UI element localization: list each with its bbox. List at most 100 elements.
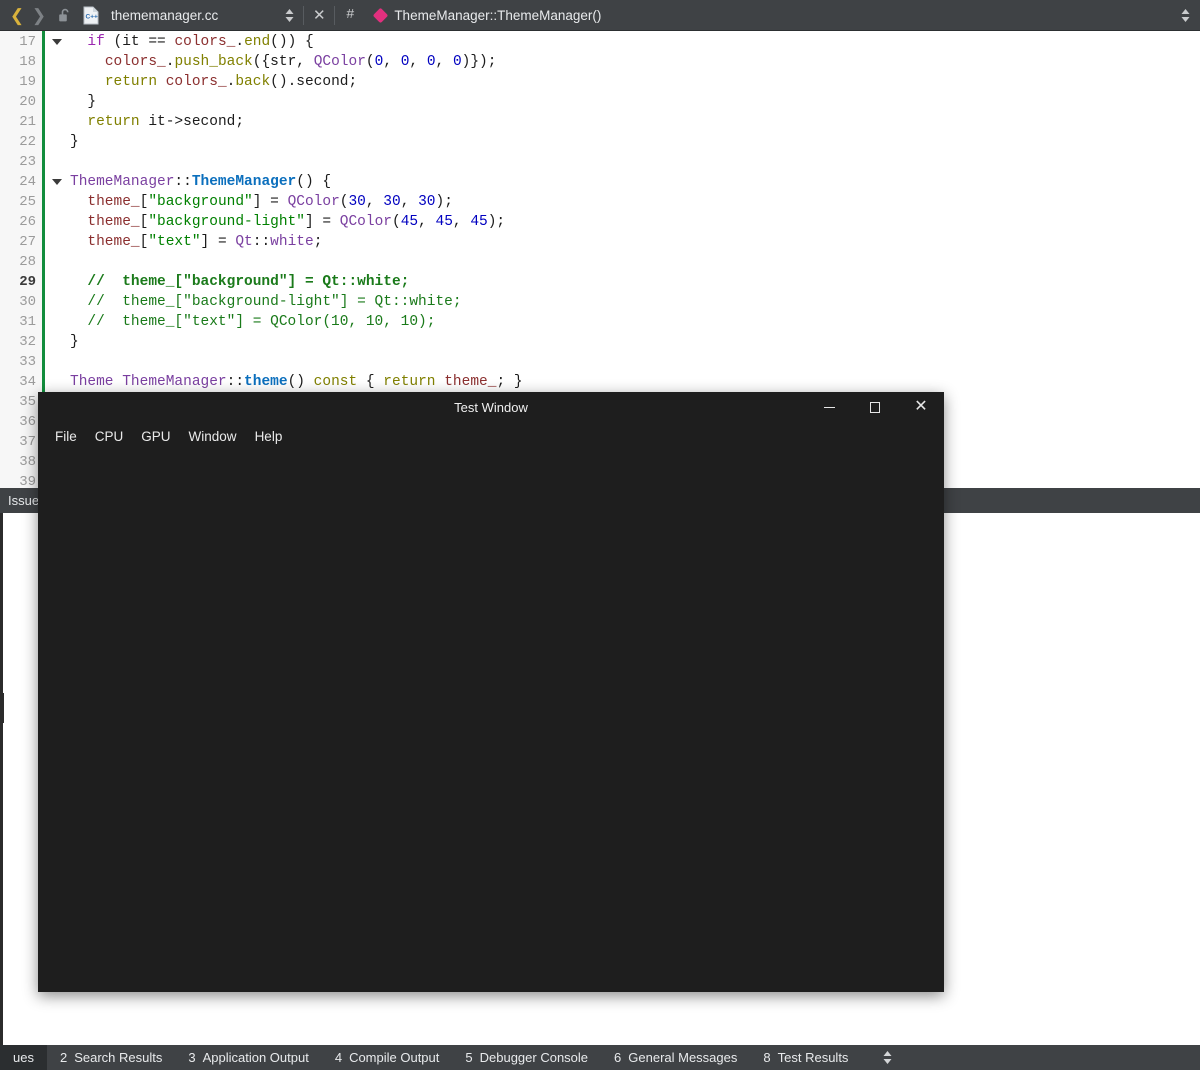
code-line[interactable]: 26 theme_["background-light"] = QColor(4… (0, 212, 1200, 232)
code-token: second (183, 114, 236, 130)
code-line[interactable]: 24 ThemeManager::ThemeManager() { (0, 172, 1200, 192)
code-token: , (452, 214, 471, 230)
close-file-icon[interactable]: ✕ (307, 0, 331, 31)
output-pane-spinner-icon[interactable] (875, 1045, 899, 1070)
code-text[interactable]: theme_["background-light"] = QColor(45, … (70, 212, 505, 232)
code-line[interactable]: 25 theme_["background"] = QColor(30, 30,… (0, 192, 1200, 212)
output-pane-number: 4 (334, 1050, 343, 1065)
minimize-icon[interactable] (806, 392, 852, 422)
unlocked-padlock-icon[interactable] (54, 0, 76, 31)
menu-item-file[interactable]: File (46, 426, 86, 447)
code-token: . (235, 34, 245, 50)
code-token: 30 (348, 194, 366, 210)
line-number: 39 (19, 474, 36, 488)
svg-text:C++: C++ (85, 13, 97, 20)
line-number: 22 (19, 134, 36, 150)
code-line[interactable]: 31 // theme_["text"] = QColor(10, 10, 10… (0, 312, 1200, 332)
code-text[interactable]: } (70, 332, 79, 352)
current-symbol-name[interactable]: ThemeManager::ThemeManager() (394, 8, 601, 23)
menu-item-window[interactable]: Window (180, 426, 246, 447)
output-pane-tab[interactable]: ues (0, 1045, 47, 1070)
code-token: , (365, 194, 384, 210)
open-file-name[interactable]: thememanager.cc (111, 8, 218, 23)
code-line[interactable]: 28 (0, 252, 1200, 272)
code-line[interactable]: 18 colors_.push_back({str, QColor(0, 0, … (0, 52, 1200, 72)
code-line[interactable]: 23 (0, 152, 1200, 172)
code-text[interactable]: // theme_["text"] = QColor(10, 10, 10); (70, 312, 435, 332)
code-text[interactable]: } (70, 92, 96, 112)
code-text[interactable]: ThemeManager::ThemeManager() { (70, 172, 331, 192)
line-number: 30 (19, 294, 36, 310)
line-number: 33 (19, 354, 36, 370)
code-line[interactable]: 33 (0, 352, 1200, 372)
line-number: 32 (19, 334, 36, 350)
code-text[interactable]: theme_["text"] = Qt::white; (70, 232, 322, 252)
code-token: back (235, 74, 271, 90)
code-text[interactable]: if (it == colors_.end()) { (70, 32, 313, 52)
output-panes-bar[interactable]: ues 2 Search Results 3 Application Output 4 Co… (0, 1045, 1200, 1070)
code-text[interactable]: Theme ThemeManager::theme() const { retu… (70, 372, 523, 392)
test-window-menubar[interactable]: File CPU GPU Window Help (38, 422, 944, 450)
code-line[interactable]: 21 return it->second; (0, 112, 1200, 132)
output-pane-tab[interactable]: 5 Debugger Console (452, 1045, 601, 1070)
code-token: push_back (174, 54, 253, 70)
code-token: 45 (435, 214, 453, 230)
code-token: // theme_["text"] = QColor(10, 10, 10); (70, 314, 436, 330)
toolbar-divider (334, 5, 336, 25)
output-pane-label: ues (13, 1050, 34, 1065)
output-pane-tab[interactable]: 2 Search Results (47, 1045, 175, 1070)
test-window-canvas[interactable] (38, 450, 944, 992)
code-token: ; (348, 74, 358, 90)
code-line[interactable]: 19 return colors_.back().second; (0, 72, 1200, 92)
output-pane-label: Debugger Console (479, 1050, 589, 1065)
menu-item-help[interactable]: Help (246, 426, 292, 447)
output-pane-tab[interactable]: 4 Compile Output (322, 1045, 453, 1070)
maximize-icon[interactable] (852, 392, 898, 422)
forward-navigation-icon[interactable]: ❯ (28, 0, 50, 31)
code-text[interactable]: return it->second; (70, 112, 244, 132)
code-line[interactable]: 29 // theme_["background"] = Qt::white; (0, 272, 1200, 292)
code-token: , (435, 54, 453, 70)
code-token: // theme_["background"] = Qt::white; (70, 274, 410, 290)
code-text[interactable]: // theme_["background"] = Qt::white; (70, 272, 409, 292)
output-pane-label: Compile Output (349, 1050, 440, 1065)
split-editor-spinner-icon[interactable] (1174, 0, 1196, 31)
output-pane-tab[interactable]: 3 Application Output (175, 1045, 321, 1070)
line-number: 27 (19, 234, 36, 250)
test-window-titlebar[interactable]: Test Window ✕ (38, 392, 944, 422)
code-token: 0 (426, 54, 436, 70)
test-window-title: Test Window (454, 399, 528, 415)
code-text[interactable]: } (70, 132, 79, 152)
output-pane-tab[interactable]: 6 General Messages (601, 1045, 750, 1070)
code-line[interactable]: 30 // theme_["background-light"] = Qt::w… (0, 292, 1200, 312)
code-token: , (409, 54, 427, 70)
close-icon[interactable]: ✕ (898, 392, 944, 422)
code-token: 0 (452, 54, 462, 70)
code-line[interactable]: 34 Theme ThemeManager::theme() const { re… (0, 372, 1200, 392)
line-marker-icon[interactable]: # (338, 0, 362, 31)
code-line[interactable]: 20 } (0, 92, 1200, 112)
code-token: "background" (148, 194, 253, 210)
code-text[interactable]: // theme_["background-light"] = Qt::whit… (70, 292, 461, 312)
code-line[interactable]: 22} (0, 132, 1200, 152)
output-pane-tab[interactable]: 8 Test Results (750, 1045, 861, 1070)
code-token: () (287, 374, 314, 390)
file-selector-spinner-icon[interactable] (278, 0, 300, 31)
code-text[interactable]: colors_.push_back({str, QColor(0, 0, 0, … (70, 52, 497, 72)
code-line[interactable]: 32} (0, 332, 1200, 352)
code-text[interactable]: return colors_.back().second; (70, 72, 357, 92)
menu-item-cpu[interactable]: CPU (86, 426, 133, 447)
code-token: ; (313, 234, 323, 250)
menu-item-gpu[interactable]: GPU (132, 426, 179, 447)
test-window[interactable]: Test Window ✕ File CPU GPU Window Help (38, 392, 944, 992)
line-number: 26 (19, 214, 36, 230)
code-token: } (70, 134, 79, 150)
code-line[interactable]: 27 theme_["text"] = Qt::white; (0, 232, 1200, 252)
code-text[interactable]: theme_["background"] = QColor(30, 30, 30… (70, 192, 453, 212)
back-navigation-icon[interactable]: ❮ (6, 0, 28, 31)
code-line[interactable]: 17 if (it == colors_.end()) { (0, 32, 1200, 52)
code-token: ] = (252, 194, 288, 210)
code-token: ( (392, 214, 401, 230)
